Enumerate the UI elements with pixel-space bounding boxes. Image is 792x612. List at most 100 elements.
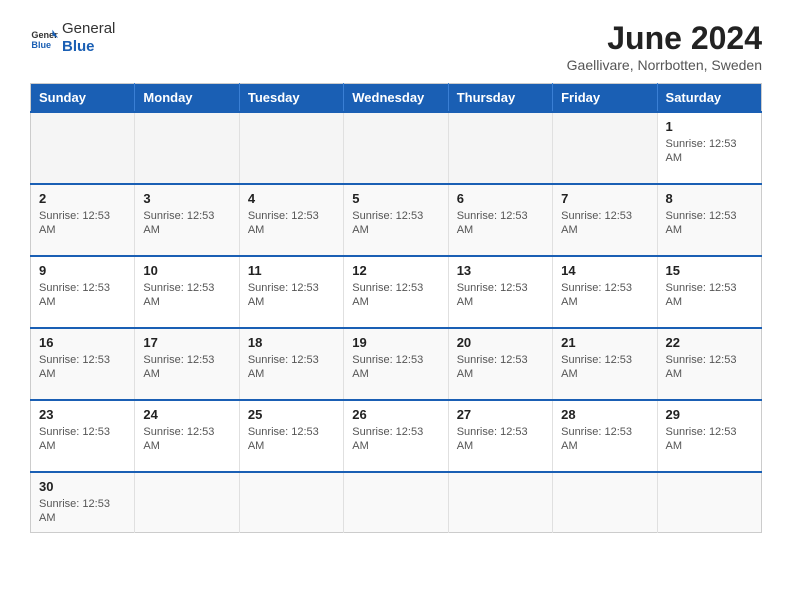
day-sunrise-info: Sunrise: 12:53 AM [457,282,528,308]
calendar-day-cell: 7 Sunrise: 12:53 AM [553,184,657,256]
day-number: 30 [39,479,126,494]
day-sunrise-info: Sunrise: 12:53 AM [248,354,319,380]
day-sunrise-info: Sunrise: 12:53 AM [352,426,423,452]
calendar-week-row: 9Sunrise: 12:53 AM10Sunrise: 12:53 AM11S… [31,256,762,328]
day-sunrise-info: Sunrise: 12:53 AM [666,282,737,308]
day-sunrise-info: Sunrise: 12:53 AM [457,354,528,380]
day-sunrise-info: Sunrise: 12:53 AM [666,210,737,236]
day-number: 21 [561,335,648,350]
day-number: 7 [561,191,648,206]
day-sunrise-info: Sunrise: 12:53 AM [143,282,214,308]
calendar-day-cell [344,112,448,184]
title-area: June 2024 Gaellivare, Norrbotten, Sweden [567,20,762,73]
calendar-table: SundayMondayTuesdayWednesdayThursdayFrid… [30,83,762,533]
day-sunrise-info: Sunrise: 12:53 AM [39,354,110,380]
day-number: 14 [561,263,648,278]
calendar-week-row: 23 Sunrise: 12:53 AM 24 Sunrise: 12:53 AM 25… [31,400,762,472]
day-header-tuesday: Tuesday [239,84,343,113]
day-number: 2 [39,191,126,206]
calendar-day-cell: 18Sunrise: 12:53 AM [239,328,343,400]
calendar-day-cell: 6Sunrise: 12:53 AM [448,184,552,256]
calendar-day-cell: 8 Sunrise: 12:53 AM [657,184,761,256]
day-header-saturday: Saturday [657,84,761,113]
day-number: 15 [666,263,753,278]
day-number: 26 [352,407,439,422]
day-header-thursday: Thursday [448,84,552,113]
day-number: 4 [248,191,335,206]
calendar-day-cell: 13 Sunrise: 12:53 AM [448,256,552,328]
day-sunrise-info: Sunrise: 12:53 AM [352,354,423,380]
logo: General Blue General Blue [30,20,115,56]
day-number: 19 [352,335,439,350]
day-header-sunday: Sunday [31,84,135,113]
calendar-day-cell: 9Sunrise: 12:53 AM [31,256,135,328]
header: General Blue General Blue June 2024 Gael… [30,20,762,73]
logo-blue-text: Blue [62,38,115,56]
calendar-day-cell [239,472,343,532]
day-sunrise-info: Sunrise: 12:53 AM [143,210,214,236]
calendar-day-cell: 22Sunrise: 12:53 AM [657,328,761,400]
calendar-day-cell: 14 Sunrise: 12:53 AM [553,256,657,328]
calendar-day-cell: 24 Sunrise: 12:53 AM [135,400,239,472]
calendar-day-cell: 3 Sunrise: 12:53 AM [135,184,239,256]
calendar-day-cell: 12 Sunrise: 12:53 AM [344,256,448,328]
day-sunrise-info: Sunrise: 12:53 AM [248,282,319,308]
calendar-day-cell [657,472,761,532]
calendar-day-cell: 20Sunrise: 12:53 AM [448,328,552,400]
day-number: 27 [457,407,544,422]
day-sunrise-info: Sunrise: 12:53 AM [666,354,737,380]
day-sunrise-info: Sunrise: 12:53 AM [248,210,319,236]
calendar-day-cell: 19 Sunrise: 12:53 AM [344,328,448,400]
calendar-day-cell: 30 Sunrise: 12:53 AM [31,472,135,532]
day-number: 3 [143,191,230,206]
calendar-day-cell [448,112,552,184]
day-sunrise-info: Sunrise: 12:53 AM [39,426,110,452]
day-sunrise-info: Sunrise: 12:53 AM [39,498,110,524]
day-sunrise-info: Sunrise: 12:53 AM [143,426,214,452]
day-number: 16 [39,335,126,350]
day-number: 28 [561,407,648,422]
calendar-day-cell: 23 Sunrise: 12:53 AM [31,400,135,472]
calendar-day-cell [31,112,135,184]
calendar-day-cell [553,112,657,184]
calendar-week-row: 2 Sunrise: 12:53 AM 3 Sunrise: 12:53 AM 4 Sun… [31,184,762,256]
calendar-day-cell: 29Sunrise: 12:53 AM [657,400,761,472]
day-number: 12 [352,263,439,278]
day-header-wednesday: Wednesday [344,84,448,113]
day-sunrise-info: Sunrise: 12:53 AM [352,282,423,308]
day-number: 6 [457,191,544,206]
day-sunrise-info: Sunrise: 12:53 AM [666,138,737,164]
logo-general-text: General [62,20,115,38]
day-number: 1 [666,119,753,134]
day-sunrise-info: Sunrise: 12:53 AM [561,282,632,308]
day-number: 10 [143,263,230,278]
day-number: 23 [39,407,126,422]
calendar-day-cell: 1 Sunrise: 12:53 AM [657,112,761,184]
logo-icon: General Blue [30,24,58,52]
svg-text:Blue: Blue [31,40,51,50]
day-header-monday: Monday [135,84,239,113]
calendar-day-cell: 17 Sunrise: 12:53 AM [135,328,239,400]
calendar-day-cell [448,472,552,532]
day-sunrise-info: Sunrise: 12:53 AM [561,426,632,452]
calendar-day-cell: 4 Sunrise: 12:53 AM [239,184,343,256]
calendar-title: June 2024 [567,20,762,57]
day-number: 13 [457,263,544,278]
calendar-day-cell: 27Sunrise: 12:53 AM [448,400,552,472]
day-number: 8 [666,191,753,206]
calendar-subtitle: Gaellivare, Norrbotten, Sweden [567,57,762,73]
calendar-day-cell: 5Sunrise: 12:53 AM [344,184,448,256]
day-number: 17 [143,335,230,350]
calendar-day-cell: 26 Sunrise: 12:53 AM [344,400,448,472]
day-sunrise-info: Sunrise: 12:53 AM [39,210,110,236]
calendar-day-cell: 15 Sunrise: 12:53 AM [657,256,761,328]
day-sunrise-info: Sunrise: 12:53 AM [561,354,632,380]
day-sunrise-info: Sunrise: 12:53 AM [561,210,632,236]
calendar-day-cell: 25Sunrise: 12:53 AM [239,400,343,472]
calendar-day-cell: 2 Sunrise: 12:53 AM [31,184,135,256]
day-sunrise-info: Sunrise: 12:53 AM [143,354,214,380]
calendar-day-cell: 28 Sunrise: 12:53 AM [553,400,657,472]
day-sunrise-info: Sunrise: 12:53 AM [666,426,737,452]
calendar-week-row: 30 Sunrise: 12:53 AM [31,472,762,532]
day-number: 24 [143,407,230,422]
